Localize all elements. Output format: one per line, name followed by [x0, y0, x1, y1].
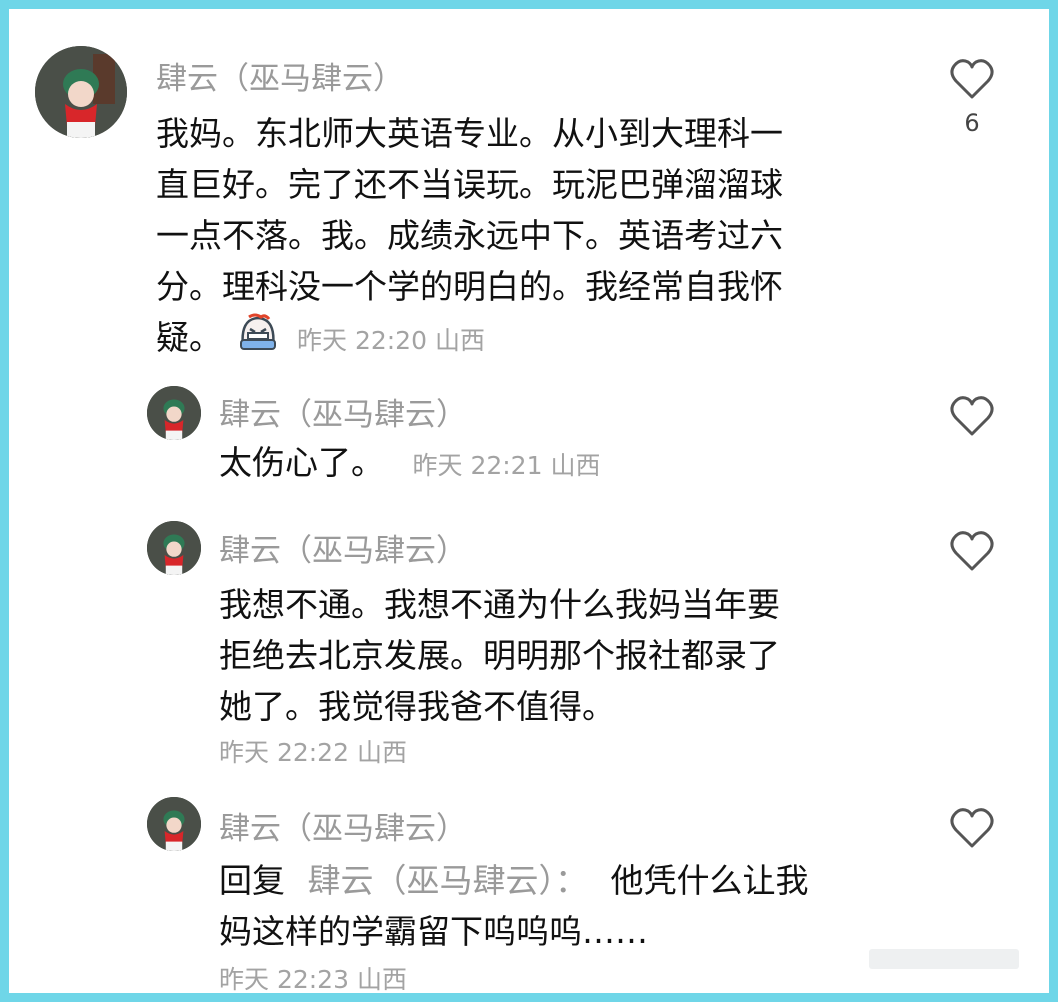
- comment-text: 太伤心了。 昨天 22:21 山西: [219, 437, 600, 491]
- comment-meta: 昨天 22:20 山西: [297, 326, 485, 355]
- reply-target-link[interactable]: 肆云（巫马肆云）：: [308, 861, 589, 900]
- blurred-watermark: [869, 949, 1019, 969]
- crying-face-emoji: [237, 313, 279, 367]
- comment-text: 我妈。东北师大英语专业。从小到大理科一 直巨好。完了还不当误玩。玩泥巴弹溜溜球 …: [156, 108, 916, 367]
- text-line: 回复 肆云（巫马肆云）： 他凭什么让我: [219, 855, 939, 906]
- heart-outline-icon: [950, 59, 994, 99]
- avatar[interactable]: [35, 46, 127, 138]
- heart-outline-icon: [950, 808, 994, 848]
- comment-thread: 肆云（巫马肆云） 我妈。东北师大英语专业。从小到大理科一 直巨好。完了还不当误玩…: [0, 0, 1058, 1002]
- avatar[interactable]: [147, 521, 201, 575]
- text-line: 她了。我觉得我爸不值得。: [219, 687, 615, 726]
- like-button[interactable]: [946, 529, 998, 577]
- text-line-last: 疑。 昨天 22:20 山西: [156, 312, 916, 367]
- avatar[interactable]: [147, 797, 201, 851]
- text-line: 拒绝去北京发展。明明那个报社都录了: [219, 636, 780, 675]
- like-button[interactable]: 6: [946, 57, 998, 137]
- comment-body: 他凭什么让我: [610, 861, 809, 900]
- comment-text: 回复 肆云（巫马肆云）： 他凭什么让我 妈这样的学霸留下呜呜呜……: [219, 855, 939, 957]
- text-line: 疑。: [156, 318, 222, 357]
- text-line: 妈这样的学霸留下呜呜呜……: [219, 912, 648, 951]
- avatar[interactable]: [147, 386, 201, 440]
- like-button[interactable]: [946, 806, 998, 854]
- text-line: 分。理科没一个学的明白的。我经常自我怀: [156, 267, 783, 306]
- text-line: 直巨好。完了还不当误玩。玩泥巴弹溜溜球: [156, 165, 783, 204]
- reply-prefix: 回复: [219, 861, 285, 900]
- comment-text: 我想不通。我想不通为什么我妈当年要 拒绝去北京发展。明明那个报社都录了 她了。我…: [219, 579, 919, 732]
- heart-outline-icon: [950, 396, 994, 436]
- comment-meta: 昨天 22:21 山西: [412, 451, 601, 480]
- like-count: 6: [964, 109, 980, 137]
- text-line: 一点不落。我。成绩永远中下。英语考过六: [156, 216, 783, 255]
- text-line: 我想不通。我想不通为什么我妈当年要: [219, 585, 780, 624]
- comment-body: 太伤心了。: [219, 443, 384, 482]
- comment-meta: 昨天 22:22 山西: [219, 738, 407, 767]
- comment-meta: 昨天 22:23 山西: [219, 965, 407, 994]
- author-name[interactable]: 肆云（巫马肆云）: [219, 525, 467, 570]
- like-button[interactable]: [946, 394, 998, 442]
- author-name[interactable]: 肆云（巫马肆云）: [219, 803, 467, 848]
- text-line: 我妈。东北师大英语专业。从小到大理科一: [156, 114, 783, 153]
- author-name[interactable]: 肆云（巫马肆云）: [219, 389, 467, 434]
- heart-outline-icon: [950, 531, 994, 571]
- author-name[interactable]: 肆云（巫马肆云）: [156, 53, 404, 98]
